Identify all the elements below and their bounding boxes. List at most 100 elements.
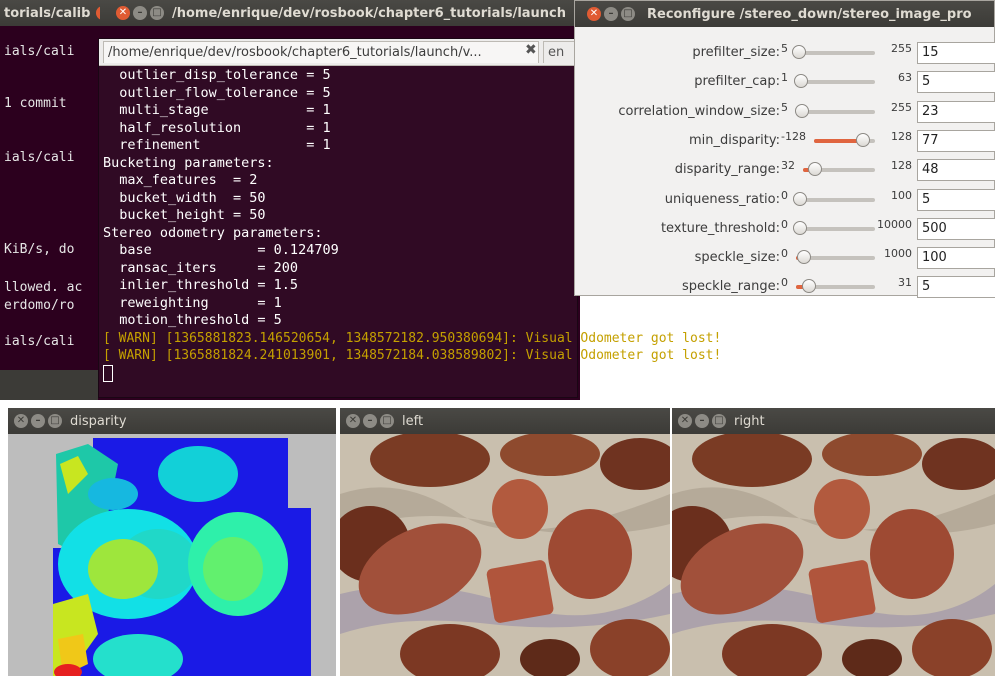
left-titlebar[interactable]: ✕ – □ left (340, 408, 670, 434)
maximize-icon[interactable]: □ (48, 414, 62, 428)
minimize-icon[interactable]: – (31, 414, 45, 428)
minimize-icon[interactable]: – (133, 6, 147, 20)
front-terminal-window[interactable]: /home/enrique/dev/rosbook/chapter6_tutor… (98, 38, 722, 398)
param-value-field[interactable]: 5 (917, 188, 995, 211)
param-slider-handle[interactable] (801, 279, 816, 294)
param-slider[interactable] (792, 220, 875, 235)
param-max: 10000 (877, 217, 912, 231)
param-slider-handle[interactable] (808, 162, 823, 177)
terminal-line: bucket_width = 50 (103, 189, 266, 206)
close-icon[interactable]: ✕ (116, 6, 130, 20)
param-name: speckle_size: (694, 250, 780, 266)
param-value-field[interactable]: 77 (917, 129, 995, 152)
param-min: 32 (781, 159, 795, 173)
terminal-footer (0, 370, 98, 400)
param-slider-handle[interactable] (855, 132, 870, 147)
param-name: disparity_range: (674, 162, 780, 178)
param-min: -128 (781, 129, 806, 143)
terminal-line: ials/cali (4, 44, 75, 59)
param-slider[interactable] (803, 162, 875, 177)
reconfigure-window[interactable]: ✕ – □ Reconfigure /stereo_down/stereo_im… (574, 0, 995, 299)
minimize-icon[interactable]: – (604, 7, 618, 21)
terminal-line: Bucketing parameters: (103, 154, 274, 171)
maximize-icon[interactable]: □ (380, 414, 394, 428)
maximize-icon[interactable]: □ (621, 7, 635, 21)
close-icon[interactable]: ✕ (14, 414, 28, 428)
disparity-window[interactable]: ✕ – □ disparity (8, 408, 336, 676)
terminal-line: reweighting = 1 (103, 294, 282, 311)
minimize-icon[interactable]: – (363, 414, 377, 428)
param-min: 1 (781, 71, 788, 85)
param-slider-handle[interactable] (794, 103, 809, 118)
param-slider[interactable] (794, 103, 875, 118)
param-value-field[interactable]: 15 (917, 42, 995, 64)
param-slider[interactable] (792, 45, 875, 59)
disparity-titlebar[interactable]: ✕ – □ disparity (8, 408, 336, 434)
terminal-output[interactable]: outlier_disp_tolerance = 5 outlier_flow_… (103, 67, 722, 382)
terminal-line: multi_stage = 1 (103, 102, 331, 118)
param-slider[interactable] (793, 74, 875, 89)
param-min: 0 (781, 247, 788, 261)
param-name: speckle_range: (682, 279, 780, 295)
param-row: texture_threshold: 0 10000 500 (575, 215, 995, 243)
terminal-line: llowed. ac (4, 280, 83, 295)
param-max: 63 (898, 71, 912, 85)
terminal-line: ials/cali (4, 150, 75, 165)
terminal-tab-bar: /home/enrique/dev/rosbook/chapter6_tutor… (99, 39, 583, 66)
close-icon[interactable]: ✕ (678, 414, 692, 428)
terminal-line: ransac_iters = 200 (103, 259, 299, 276)
param-slider[interactable] (813, 132, 875, 147)
param-slider-handle[interactable] (792, 45, 807, 59)
terminal-line: half_resolution = 1 (103, 119, 331, 136)
minimize-icon[interactable]: – (695, 414, 709, 428)
left-camera-window[interactable]: ✕ – □ left (340, 408, 670, 676)
close-icon[interactable]: ✕ (346, 414, 360, 428)
param-slider[interactable] (792, 191, 875, 206)
param-slider-handle[interactable] (792, 191, 807, 206)
maximize-icon[interactable]: □ (150, 6, 164, 20)
right-title: right (734, 413, 765, 429)
warning-line: [ WARN] [1365881824.241013901, 134857218… (103, 348, 722, 363)
left-camera-image (340, 434, 670, 676)
param-value-field[interactable]: 48 (917, 159, 995, 182)
param-slider[interactable] (796, 279, 875, 294)
tab-close-icon[interactable]: ✖ (525, 42, 537, 58)
param-min: 0 (781, 276, 788, 290)
terminal-line: outlier_flow_tolerance = 5 (103, 84, 331, 101)
param-row: speckle_size: 0 1000 100 (575, 244, 995, 272)
param-value-field[interactable]: 5 (917, 71, 995, 94)
param-max: 100 (891, 188, 912, 202)
param-row: uniqueness_ratio: 0 100 5 (575, 186, 995, 214)
param-name: prefilter_cap: (694, 74, 780, 90)
param-name: min_disparity: (688, 132, 780, 148)
right-camera-window[interactable]: ✕ – □ right (672, 408, 995, 676)
terminal-cursor (103, 364, 113, 382)
param-max: 1000 (884, 247, 912, 261)
param-slider-handle[interactable] (796, 250, 811, 265)
right-camera-image (672, 434, 995, 676)
param-value-field[interactable]: 5 (917, 276, 995, 299)
warning-line: [ WARN] [1365881823.146520654, 134857218… (103, 330, 722, 346)
param-max: 255 (891, 42, 912, 55)
param-slider-handle[interactable] (793, 74, 808, 89)
param-max: 31 (898, 276, 912, 290)
terminal-line: base = 0.124709 (103, 242, 339, 258)
close-icon[interactable]: ✕ (587, 7, 601, 21)
param-slider-handle[interactable] (792, 220, 807, 235)
param-value-field[interactable]: 100 (917, 247, 995, 270)
terminal-line: refinement = 1 (103, 137, 331, 153)
param-row: min_disparity: -128 128 77 (575, 127, 995, 155)
maximize-icon[interactable]: □ (712, 414, 726, 428)
right-titlebar[interactable]: ✕ – □ right (672, 408, 995, 434)
param-value-field[interactable]: 500 (917, 217, 995, 240)
disparity-image (8, 434, 336, 676)
terminal-line: KiB/s, do (4, 242, 75, 257)
param-value-field[interactable]: 23 (917, 100, 995, 123)
param-slider[interactable] (796, 250, 875, 265)
front-terminal-titlebar[interactable]: ✕ – □ /home/enrique/dev/rosbook/chapter6… (100, 0, 578, 26)
param-max: 128 (891, 129, 912, 143)
reconfigure-titlebar[interactable]: ✕ – □ Reconfigure /stereo_down/stereo_im… (575, 1, 994, 27)
terminal-tab-label: /home/enrique/dev/rosbook/chapter6_tutor… (108, 45, 482, 60)
left-title: left (402, 413, 424, 429)
terminal-tab[interactable]: /home/enrique/dev/rosbook/chapter6_tutor… (103, 41, 539, 63)
